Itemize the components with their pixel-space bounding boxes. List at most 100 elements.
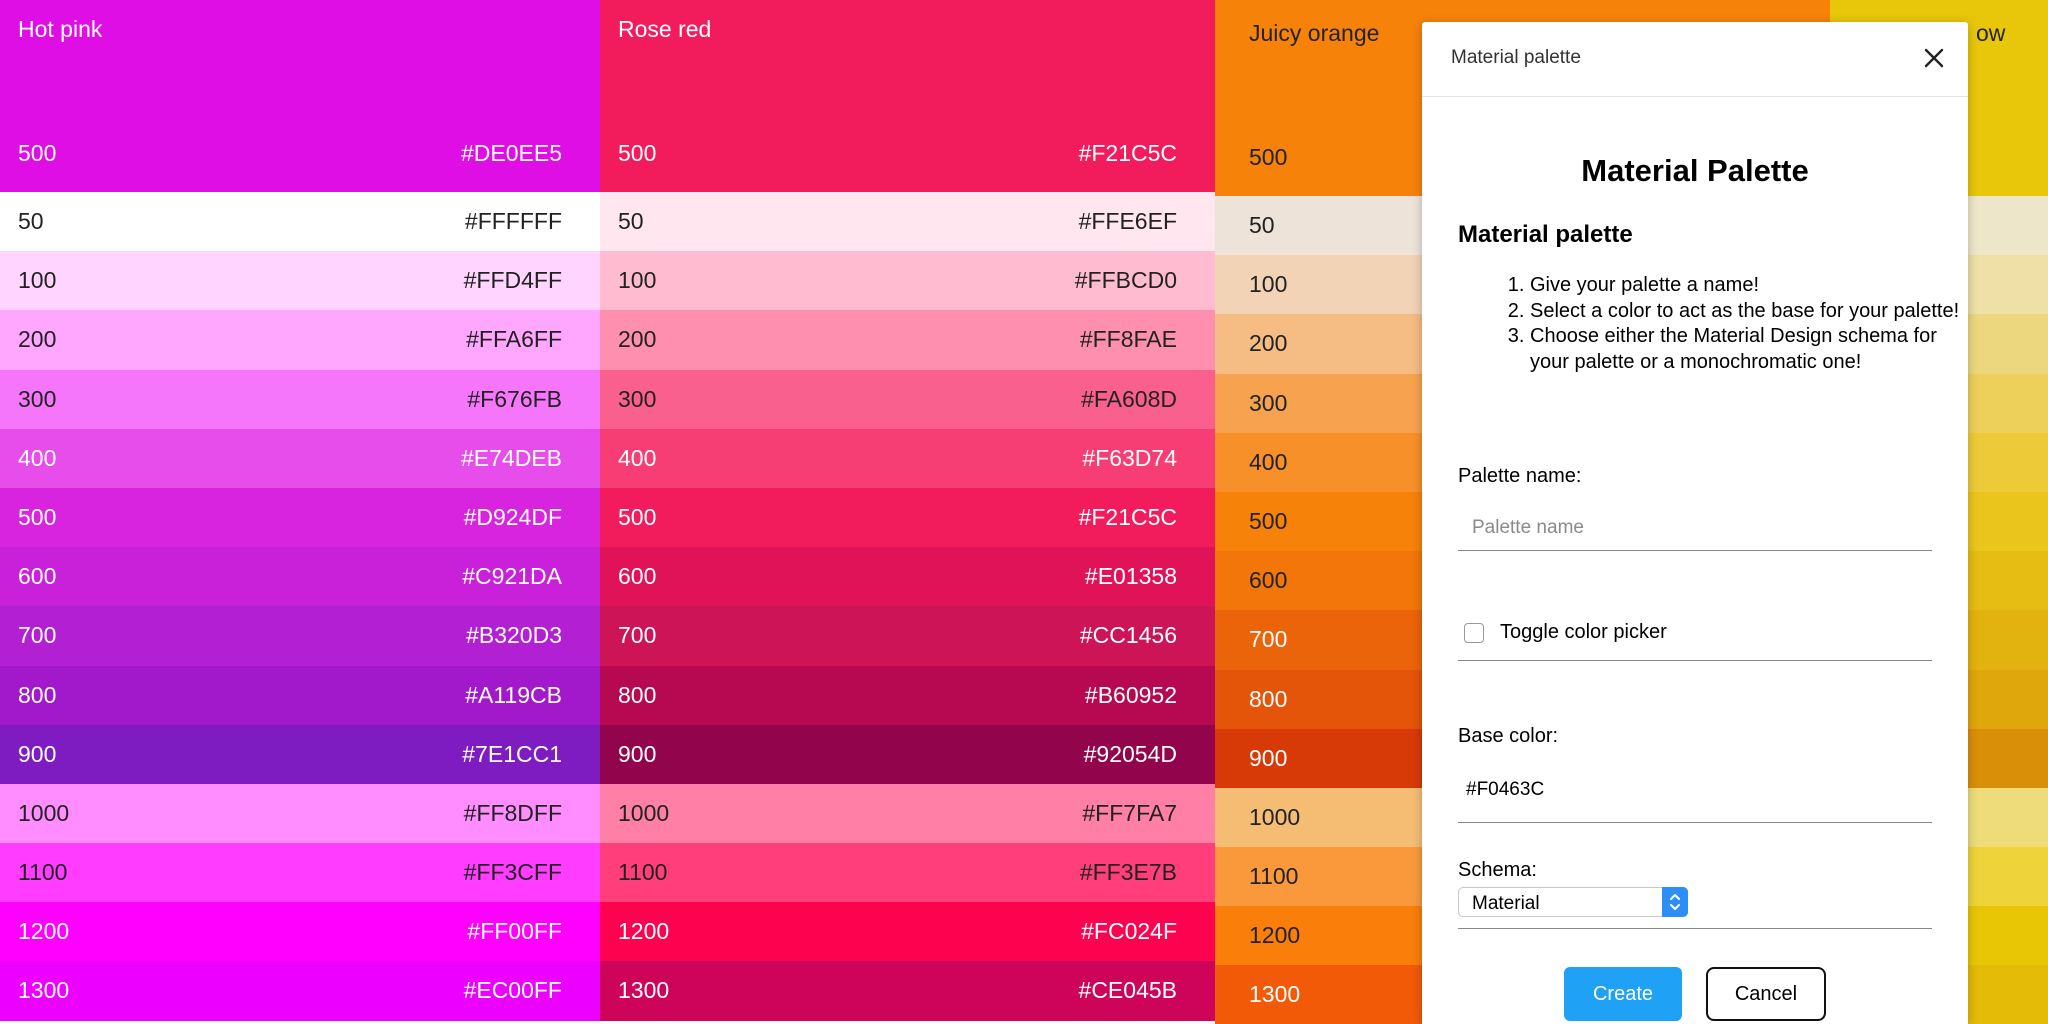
- swatch-weight: 800: [618, 681, 657, 708]
- swatch-hex: #D924DF: [463, 503, 562, 530]
- palette-name: Rose red: [618, 16, 712, 42]
- material-palette-dialog: Material palette Material Palette Materi…: [1422, 22, 1968, 1024]
- swatch-hex: #B320D3: [466, 622, 562, 649]
- swatch-weight: 400: [618, 444, 657, 471]
- schema-select[interactable]: Material: [1458, 887, 1688, 917]
- swatch-weight: 300: [18, 385, 57, 412]
- swatch-weight: 600: [618, 563, 657, 590]
- schema-label: Schema:: [1458, 859, 1537, 881]
- swatch-row[interactable]: 200 #FF8FAE: [600, 310, 1215, 370]
- swatch-hex: #E01358: [1084, 563, 1177, 590]
- swatch-hex: #F21C5C: [1078, 503, 1177, 530]
- swatch-row[interactable]: 700 #CC1456: [600, 606, 1215, 666]
- swatch-row[interactable]: 200 #FFA6FF: [0, 310, 600, 370]
- base-color-value: #F0463C: [1466, 779, 1545, 800]
- palette-header[interactable]: Hot pink 500 #DE0EE5: [0, 0, 600, 192]
- swatch-row[interactable]: 500 #D924DF: [0, 487, 600, 548]
- swatch-row[interactable]: 1200 #FF00FF: [0, 902, 600, 962]
- base-color-field[interactable]: #F0463C: [1458, 763, 1932, 823]
- swatch-weight: 1000: [618, 799, 670, 826]
- swatch-row[interactable]: 800 #A119CB: [0, 665, 600, 725]
- swatch-list: 50 #FFFFFF 100 #FFD4FF 200 #FFA6FF 300 #F676FB 4…: [0, 192, 600, 1021]
- page-title: Material Palette: [1581, 153, 1809, 188]
- swatch-weight: 50: [18, 208, 44, 234]
- swatch-weight: 1200: [18, 918, 70, 945]
- swatch-hex: #CC1456: [1079, 622, 1177, 649]
- swatch-row[interactable]: 900 #7E1CC1: [0, 724, 600, 784]
- swatch-row[interactable]: 50 #FFE6EF: [600, 192, 1215, 252]
- swatch-weight: 900: [1249, 744, 1288, 771]
- swatch-hex: #B60952: [1084, 681, 1177, 708]
- swatch-row[interactable]: 1300 #CE045B: [600, 961, 1215, 1021]
- swatch-hex: #A119CB: [465, 681, 562, 708]
- swatch-row[interactable]: 700 #B320D3: [0, 606, 600, 666]
- swatch-hex: #C921DA: [462, 563, 562, 590]
- swatch-weight: 100: [618, 267, 657, 294]
- cancel-button[interactable]: Cancel: [1706, 967, 1826, 1021]
- palette-name: Hot pink: [18, 16, 103, 42]
- swatch-weight: 700: [618, 622, 657, 649]
- palette-header[interactable]: Rose red 500 #F21C5C: [600, 0, 1215, 192]
- swatch-row[interactable]: 400 #E74DEB: [0, 428, 600, 488]
- header-hex: #F21C5C: [1078, 140, 1177, 166]
- swatch-row[interactable]: 300 #F676FB: [0, 369, 600, 429]
- swatch-hex: #E74DEB: [460, 444, 562, 471]
- swatch-row[interactable]: 100 #FFBCD0: [600, 251, 1215, 311]
- schema-select-value: Material: [1472, 893, 1540, 914]
- swatch-hex: #FFBCD0: [1074, 267, 1177, 294]
- swatch-weight: 900: [18, 740, 57, 767]
- swatch-row[interactable]: 500 #F21C5C: [600, 487, 1215, 548]
- swatch-row[interactable]: 1300 #EC00FF: [0, 961, 600, 1021]
- swatch-hex: #FFE6EF: [1078, 208, 1177, 234]
- swatch-row[interactable]: 1200 #FC024F: [600, 902, 1215, 962]
- swatch-row[interactable]: 1100 #FF3E7B: [600, 843, 1215, 903]
- swatch-row[interactable]: 800 #B60952: [600, 665, 1215, 725]
- base-color-label: Base color:: [1458, 725, 1559, 747]
- palette-name: ow: [1976, 20, 2006, 46]
- swatch-weight: 1000: [1249, 803, 1301, 830]
- section-title: Material palette: [1458, 221, 1633, 248]
- swatch-hex: #FF3CFF: [463, 859, 562, 886]
- swatch-row[interactable]: 400 #F63D74: [600, 428, 1215, 488]
- swatch-hex: #FF7FA7: [1082, 799, 1177, 826]
- swatch-weight: 500: [1249, 507, 1288, 534]
- swatch-weight: 600: [1249, 567, 1288, 594]
- swatch-row[interactable]: 50 #FFFFFF: [0, 192, 600, 252]
- swatch-row[interactable]: 1000 #FF8DFF: [0, 783, 600, 844]
- swatch-weight: 1100: [618, 859, 668, 886]
- swatch-row[interactable]: 900 #92054D: [600, 724, 1215, 784]
- swatch-hex: #FF8FAE: [1079, 326, 1177, 353]
- swatch-weight: 300: [618, 385, 657, 412]
- header-weight: 500: [1249, 144, 1288, 170]
- dialog-window-title: Material palette: [1451, 47, 1581, 68]
- swatch-weight: 800: [1249, 685, 1288, 712]
- close-icon: [1924, 48, 1944, 68]
- palette-name-label: Palette name:: [1458, 465, 1582, 487]
- swatch-weight: 500: [18, 503, 57, 530]
- select-arrows-icon: [1662, 887, 1688, 917]
- swatch-weight: 1300: [1249, 981, 1301, 1008]
- swatch-weight: 500: [618, 503, 657, 530]
- swatch-weight: 1300: [618, 977, 670, 1004]
- swatch-hex: #FFD4FF: [463, 267, 562, 294]
- palette-name-input[interactable]: [1458, 505, 1932, 551]
- swatch-hex: #CE045B: [1078, 977, 1177, 1004]
- swatch-weight: 300: [1249, 389, 1288, 416]
- swatch-row[interactable]: 600 #C921DA: [0, 547, 600, 607]
- swatch-row[interactable]: 1000 #FF7FA7: [600, 783, 1215, 844]
- swatch-hex: #FF8DFF: [463, 799, 562, 826]
- swatch-row[interactable]: 1100 #FF3CFF: [0, 843, 600, 903]
- swatch-row[interactable]: 600 #E01358: [600, 547, 1215, 607]
- swatch-hex: #F676FB: [467, 385, 562, 412]
- instruction-item: Choose either the Material Design schema…: [1530, 324, 1970, 375]
- dialog-titlebar: Material palette: [1422, 22, 1968, 97]
- close-button[interactable]: [1918, 42, 1950, 74]
- swatch-weight: 100: [1249, 271, 1288, 298]
- swatch-weight: 400: [18, 444, 57, 471]
- create-button[interactable]: Create: [1564, 967, 1682, 1021]
- swatch-row[interactable]: 100 #FFD4FF: [0, 251, 600, 311]
- swatch-weight: 800: [18, 681, 57, 708]
- swatch-hex: #EC00FF: [463, 977, 562, 1004]
- swatch-row[interactable]: 300 #FA608D: [600, 369, 1215, 429]
- toggle-color-picker-checkbox[interactable]: [1464, 623, 1484, 643]
